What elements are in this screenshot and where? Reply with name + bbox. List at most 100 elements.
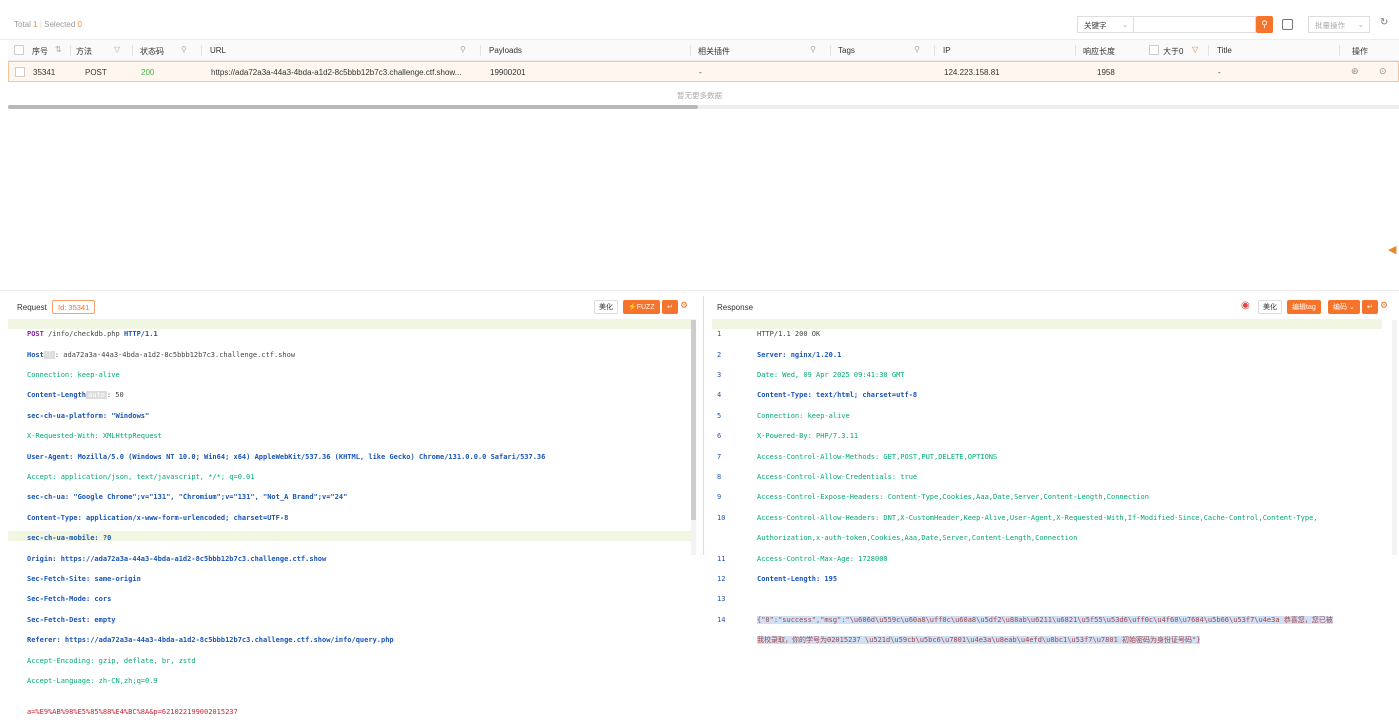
gear-icon[interactable]: ⚙ <box>680 300 688 311</box>
response-line: 1 HTTP/1.1 200 OK <box>717 330 821 339</box>
row-title: - <box>1218 68 1221 77</box>
request-line: sec-ch-ua: "Google Chrome";v="131", "Chr… <box>27 493 348 502</box>
request-line: Accept-Encoding: gzip, deflate, br, zstd <box>27 656 196 665</box>
request-line: Host ⓘ: ada72a3a-44a3-4bda-a1d2-8c5bbb12b… <box>27 350 296 359</box>
request-panel-title: Request <box>17 303 47 312</box>
request-line: sec-ch-ua-mobile: ?0 <box>27 534 112 543</box>
request-scrollbar-thumb[interactable] <box>691 320 696 520</box>
column-divider <box>1339 45 1340 56</box>
response-line: 4 Content-Type: text/html; charset=utf-8 <box>717 391 918 400</box>
response-line: 12 Content-Length: 195 <box>717 575 838 584</box>
column-divider <box>1208 45 1209 56</box>
response-line: 8 Access-Control-Allow-Credentials: true <box>717 473 918 482</box>
gear-icon[interactable]: ⚙ <box>1380 300 1388 311</box>
select-all-checkbox[interactable] <box>14 45 24 55</box>
response-editor[interactable]: 1 HTTP/1.1 200 OK 2 Server: nginx/1.20.1 3… <box>717 319 1387 656</box>
settings-icon[interactable]: ⊛ <box>1351 66 1359 77</box>
column-header-length[interactable]: 响应长度 <box>1083 46 1115 57</box>
response-line: 10 Access-Control-Allow-Headers: DNT,X-Cu… <box>717 513 1318 522</box>
sort-icon[interactable]: ⇅ <box>55 45 62 54</box>
chevron-down-icon: ⌄ <box>1122 22 1128 29</box>
column-header-url[interactable]: URL <box>210 46 226 55</box>
column-divider <box>70 45 71 56</box>
column-divider <box>830 45 831 56</box>
greater-than-zero-label: 大于0 <box>1163 47 1184 56</box>
wrap-icon[interactable]: ↵ <box>1362 300 1378 314</box>
horizontal-scrollbar-thumb[interactable] <box>8 105 698 109</box>
totals-summary: Total 1 | Selected 0 <box>14 20 82 29</box>
row-length: 1958 <box>1097 68 1115 77</box>
batch-actions-select[interactable]: 批量操作 ⌄ <box>1308 16 1370 33</box>
search-icon[interactable]: ⚲ <box>810 45 816 54</box>
search-icon[interactable]: ⚲ <box>914 45 920 54</box>
request-line: Referer: https://ada72a3a-44a3-4bda-a1d2… <box>27 636 394 645</box>
response-scrollbar-track[interactable] <box>1392 320 1397 555</box>
selected-label: Selected <box>44 20 76 29</box>
mascot-icon: ◀ <box>1388 244 1397 256</box>
response-line: 14 {"0":"success","msg":"\u606d\u559c\u60… <box>717 615 1333 624</box>
row-url: https://ada72a3a-44a3-4bda-a1d2-8c5bbb12… <box>211 68 462 77</box>
row-status: 200 <box>141 68 155 77</box>
column-header-title[interactable]: Title <box>1217 46 1232 55</box>
arrow-right-icon[interactable]: ⊙ <box>1379 66 1387 77</box>
column-header-status[interactable]: 状态码 <box>140 46 164 57</box>
request-beautify-button[interactable]: 美化 <box>594 300 618 314</box>
filter-icon[interactable]: ▽ <box>1192 45 1198 54</box>
edit-tag-button[interactable]: 编辑tag <box>1287 300 1321 314</box>
row-plugins: - <box>699 68 702 77</box>
response-beautify-button[interactable]: 美化 <box>1258 300 1282 314</box>
request-line: Content-Type: application/x-www-form-url… <box>27 513 289 522</box>
response-line: 3 Date: Wed, 09 Apr 2025 09:41:30 GMT <box>717 371 905 380</box>
search-icon[interactable]: ⚲ <box>460 45 466 54</box>
column-divider <box>690 45 691 56</box>
request-line: Accept: application/json, text/javascrip… <box>27 473 255 482</box>
table-header: 序号 ⇅ 方法 ▽ 状态码 ⚲ URL ⚲ Payloads 相关插件 ⚲ Ta… <box>8 40 1399 61</box>
copy-icon[interactable] <box>1282 19 1293 30</box>
search-icon[interactable]: ⚲ <box>181 45 187 54</box>
search-input[interactable] <box>1133 16 1256 33</box>
row-method: POST <box>85 68 107 77</box>
row-id: 35341 <box>33 68 56 77</box>
request-line: X-Requested-With: XMLHttpRequest <box>27 432 162 441</box>
chrome-icon[interactable]: ◉ <box>1241 300 1250 311</box>
keyword-select-value: 关键字 <box>1084 21 1107 30</box>
table-row[interactable]: 35341 POST 200 https://ada72a3a-44a3-4bd… <box>8 61 1399 82</box>
response-line: 5 Connection: keep-alive <box>717 411 850 420</box>
column-divider <box>132 45 133 56</box>
search-icon: ⚲ <box>1261 19 1268 29</box>
request-editor[interactable]: POST /info/checkdb.php HTTP/1.1 Host ⓘ: a… <box>27 319 689 727</box>
row-checkbox[interactable] <box>15 67 25 77</box>
panel-splitter[interactable] <box>703 296 704 555</box>
total-label: Total <box>14 20 31 29</box>
request-line: POST /info/checkdb.php HTTP/1.1 <box>27 330 158 339</box>
response-line: Authorization,x-auth-token,Cookies,Aaa,D… <box>757 534 1078 543</box>
column-header-payloads[interactable]: Payloads <box>489 46 522 55</box>
response-line: 9 Access-Control-Expose-Headers: Content-… <box>717 493 1149 502</box>
encode-dropdown[interactable]: 编码 ⌄ <box>1328 300 1360 314</box>
request-body: a=%E9%AB%98%E5%85%88%E4%BC%8A&p=62102219… <box>27 707 238 716</box>
request-line: Content-Length auto: 50 <box>27 391 124 400</box>
request-id-tag: Id: 35341 <box>52 300 96 314</box>
keyword-select[interactable]: 关键字 ⌄ <box>1077 16 1133 33</box>
column-header-method[interactable]: 方法 <box>76 46 92 57</box>
response-line: 2 Server: nginx/1.20.1 <box>717 350 842 359</box>
column-divider <box>1075 45 1076 56</box>
column-header-index[interactable]: 序号 <box>32 46 48 57</box>
column-header-ip[interactable]: IP <box>943 46 951 55</box>
fuzz-button[interactable]: ⚡FUZZ <box>623 300 660 314</box>
request-path: /info/checkdb.php <box>48 330 120 339</box>
chevron-down-icon: ⌄ <box>1357 20 1364 29</box>
response-line: 13 <box>717 595 726 604</box>
search-button[interactable]: ⚲ <box>1256 16 1273 33</box>
top-toolbar: Total 1 | Selected 0 关键字 ⌄ ⚲ 批量操作 ⌄ ↻ <box>0 0 1399 40</box>
total-count: 1 <box>33 20 38 29</box>
column-header-tags[interactable]: Tags <box>838 46 855 55</box>
request-line: Sec-Fetch-Dest: empty <box>27 615 116 624</box>
column-header-plugins[interactable]: 相关插件 <box>698 46 730 57</box>
column-divider <box>934 45 935 56</box>
refresh-icon[interactable]: ↻ <box>1380 17 1388 28</box>
wrap-icon[interactable]: ↵ <box>662 300 678 314</box>
filter-icon[interactable]: ▽ <box>114 45 120 54</box>
greater-than-zero-checkbox[interactable] <box>1149 45 1159 55</box>
response-line: 6 X-Powered-By: PHP/7.3.11 <box>717 432 859 441</box>
